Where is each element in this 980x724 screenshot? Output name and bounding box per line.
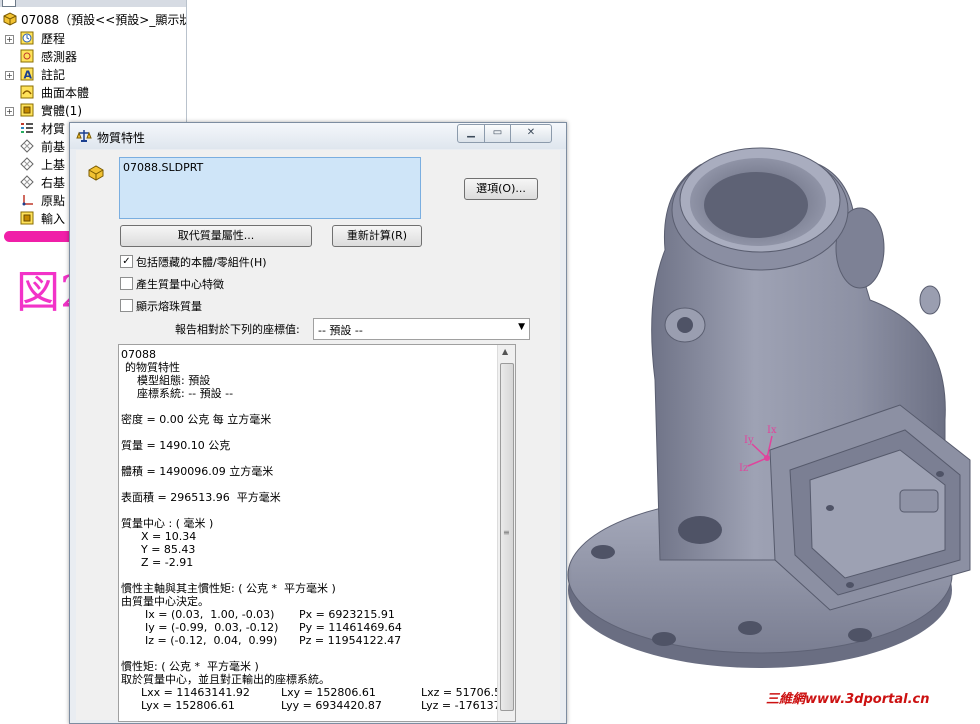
tree-item-label: 歷程 <box>41 32 66 46</box>
origin-icon <box>22 195 33 206</box>
checkbox-checked[interactable]: ✓ <box>120 255 133 268</box>
recalculate-button[interactable]: 重新計算(R) <box>332 225 422 247</box>
triad-y-label: Iy <box>744 435 754 446</box>
graphics-viewport[interactable]: Ix Iy Iz <box>566 120 980 710</box>
triad-x-label: Ix <box>767 425 777 436</box>
chevron-down-icon[interactable]: ▼ <box>518 322 525 332</box>
result-line: Lxy = 152806.61 <box>281 686 376 699</box>
result-line: 體積 = 1490096.09 立方毫米 <box>121 465 274 478</box>
dialog-body: 07088.SLDPRT 選項(O)... 取代質量屬性... 重新計算(R) … <box>76 150 560 722</box>
result-line: 的物質特性 <box>125 361 180 374</box>
dialog-title: 物質特性 <box>97 131 146 145</box>
scrollbar-grip-icon: ≡ <box>503 528 510 537</box>
triad-z-label: Iz <box>739 463 748 474</box>
result-line: Z = -2.91 <box>141 556 194 569</box>
coordinate-system-select[interactable]: -- 預設 -- ▼ <box>313 318 530 340</box>
minimize-button[interactable]: ▁ <box>457 124 485 143</box>
mass-properties-dialog: 物質特性 ▁ ▭ ✕ 07088.SLDPRT 選項(O)... 取代質量屬性.… <box>69 122 567 724</box>
selection-icon <box>88 165 104 181</box>
result-line: Py = 11461469.64 <box>299 621 402 634</box>
expand-icon[interactable]: + <box>5 107 14 116</box>
result-line: Lyx = 152806.61 <box>141 699 235 712</box>
checkbox-label: 產生質量中心特徵 <box>136 278 224 291</box>
tree-item-label: 註記 <box>41 68 66 82</box>
material-icon <box>21 123 33 133</box>
history-icon <box>20 31 34 45</box>
result-line: Ix = (0.03, 1.00, -0.03) <box>145 608 275 621</box>
tree-item-label: 前基 <box>41 140 66 154</box>
scrollbar-thumb[interactable] <box>500 363 514 711</box>
coordinate-system-value: -- 預設 -- <box>318 324 363 337</box>
result-line: Pz = 11954122.47 <box>299 634 402 647</box>
checkbox-label: 顯示熔珠質量 <box>136 300 202 313</box>
mass-properties-icon <box>76 130 92 142</box>
result-line: 取於質量中心，並且對正輸出的座標系統。 <box>121 673 330 686</box>
include-hidden-checkbox[interactable]: ✓ 包括隱藏的本體/零組件(H) <box>120 254 480 270</box>
result-line: 07088 <box>121 348 156 361</box>
result-line: Iz = (-0.12, 0.04, 0.99) <box>145 634 278 647</box>
tree-item-label: 原點 <box>41 194 66 208</box>
plane-icon <box>20 139 34 153</box>
scroll-up-icon[interactable]: ▲ <box>502 347 508 356</box>
plane-icon <box>20 175 34 189</box>
result-line: 模型組態: 預設 <box>137 374 211 387</box>
result-line: 由質量中心決定。 <box>121 595 209 608</box>
tree-item-label: 材質 <box>41 122 66 136</box>
expand-icon[interactable]: + <box>5 35 14 44</box>
result-line: 座標系統: -- 預設 -- <box>137 387 234 400</box>
tree-root-label: 07088（預設<<預設>_顯示狀態 <box>21 13 187 27</box>
surface-body-icon <box>20 85 34 99</box>
tree-header-icon <box>2 0 16 7</box>
show-weld-bead-mass-checkbox[interactable]: 顯示熔珠質量 <box>120 298 480 314</box>
svg-text:A: A <box>24 69 33 82</box>
result-line: 質量中心 : ( 毫米 ) <box>121 517 214 530</box>
result-line: 密度 = 0.00 公克 每 立方毫米 <box>121 413 272 426</box>
tree-item-label: 輸入 <box>41 212 66 226</box>
expand-icon[interactable]: + <box>5 71 14 80</box>
checkbox-label: 包括隱藏的本體/零組件(H) <box>136 256 267 269</box>
result-line: Y = 85.43 <box>141 543 196 556</box>
watermark: 三維網www.3dportal.cn <box>762 689 980 710</box>
result-line: 表面積 = 296513.96 平方毫米 <box>121 491 281 504</box>
tree-item-label: 上基 <box>41 158 66 172</box>
result-line: Iy = (-0.99, 0.03, -0.12) <box>145 621 279 634</box>
tree-item-label: 實體(1) <box>41 104 82 118</box>
create-com-feature-checkbox[interactable]: 產生質量中心特徵 <box>120 276 480 292</box>
solid-body-icon <box>20 103 34 117</box>
selected-items-list[interactable]: 07088.SLDPRT <box>119 157 421 219</box>
sensor-icon <box>20 49 34 63</box>
override-mass-properties-button[interactable]: 取代質量屬性... <box>120 225 312 247</box>
valve-body-model[interactable]: Ix Iy Iz <box>566 120 980 710</box>
options-button[interactable]: 選項(O)... <box>464 178 538 200</box>
result-line: X = 10.34 <box>141 530 197 543</box>
result-line: 慣性矩: ( 公克 * 平方毫米 ) <box>121 660 259 673</box>
result-line: Lyz = -176137. <box>421 699 505 712</box>
result-line: Lyy = 6934420.87 <box>281 699 382 712</box>
tree-item-label: 曲面本體 <box>41 86 90 100</box>
tree-item-label: 感測器 <box>41 50 78 64</box>
part-icon <box>3 12 17 26</box>
maximize-button[interactable]: ▭ <box>484 124 511 143</box>
result-line: Px = 6923215.91 <box>299 608 395 621</box>
results-scrollbar[interactable]: ▲ ≡ <box>497 345 515 721</box>
tree-header <box>0 0 186 7</box>
coordinate-system-label: 報告相對於下列的座標值: <box>175 323 300 336</box>
tree-item-label: 右基 <box>41 176 66 190</box>
result-line: 慣性主軸與其主慣性矩: ( 公克 * 平方毫米 ) <box>121 582 336 595</box>
import-icon <box>20 211 34 225</box>
results-textbox[interactable]: 07088 的物質特性 模型組態: 預設 座標系統: -- 預設 -- 密度 =… <box>118 344 516 722</box>
dialog-titlebar[interactable]: 物質特性 ▁ ▭ ✕ <box>70 123 566 149</box>
result-line: Lxz = 51706.52 <box>421 686 509 699</box>
close-button[interactable]: ✕ <box>510 124 552 143</box>
plane-icon <box>20 157 34 171</box>
checkbox-unchecked[interactable] <box>120 299 133 312</box>
annotation-icon: A <box>20 67 34 81</box>
selected-file-name[interactable]: 07088.SLDPRT <box>123 161 203 174</box>
result-line: Lxx = 11463141.92 <box>141 686 250 699</box>
result-line: 質量 = 1490.10 公克 <box>121 439 231 452</box>
checkbox-unchecked[interactable] <box>120 277 133 290</box>
